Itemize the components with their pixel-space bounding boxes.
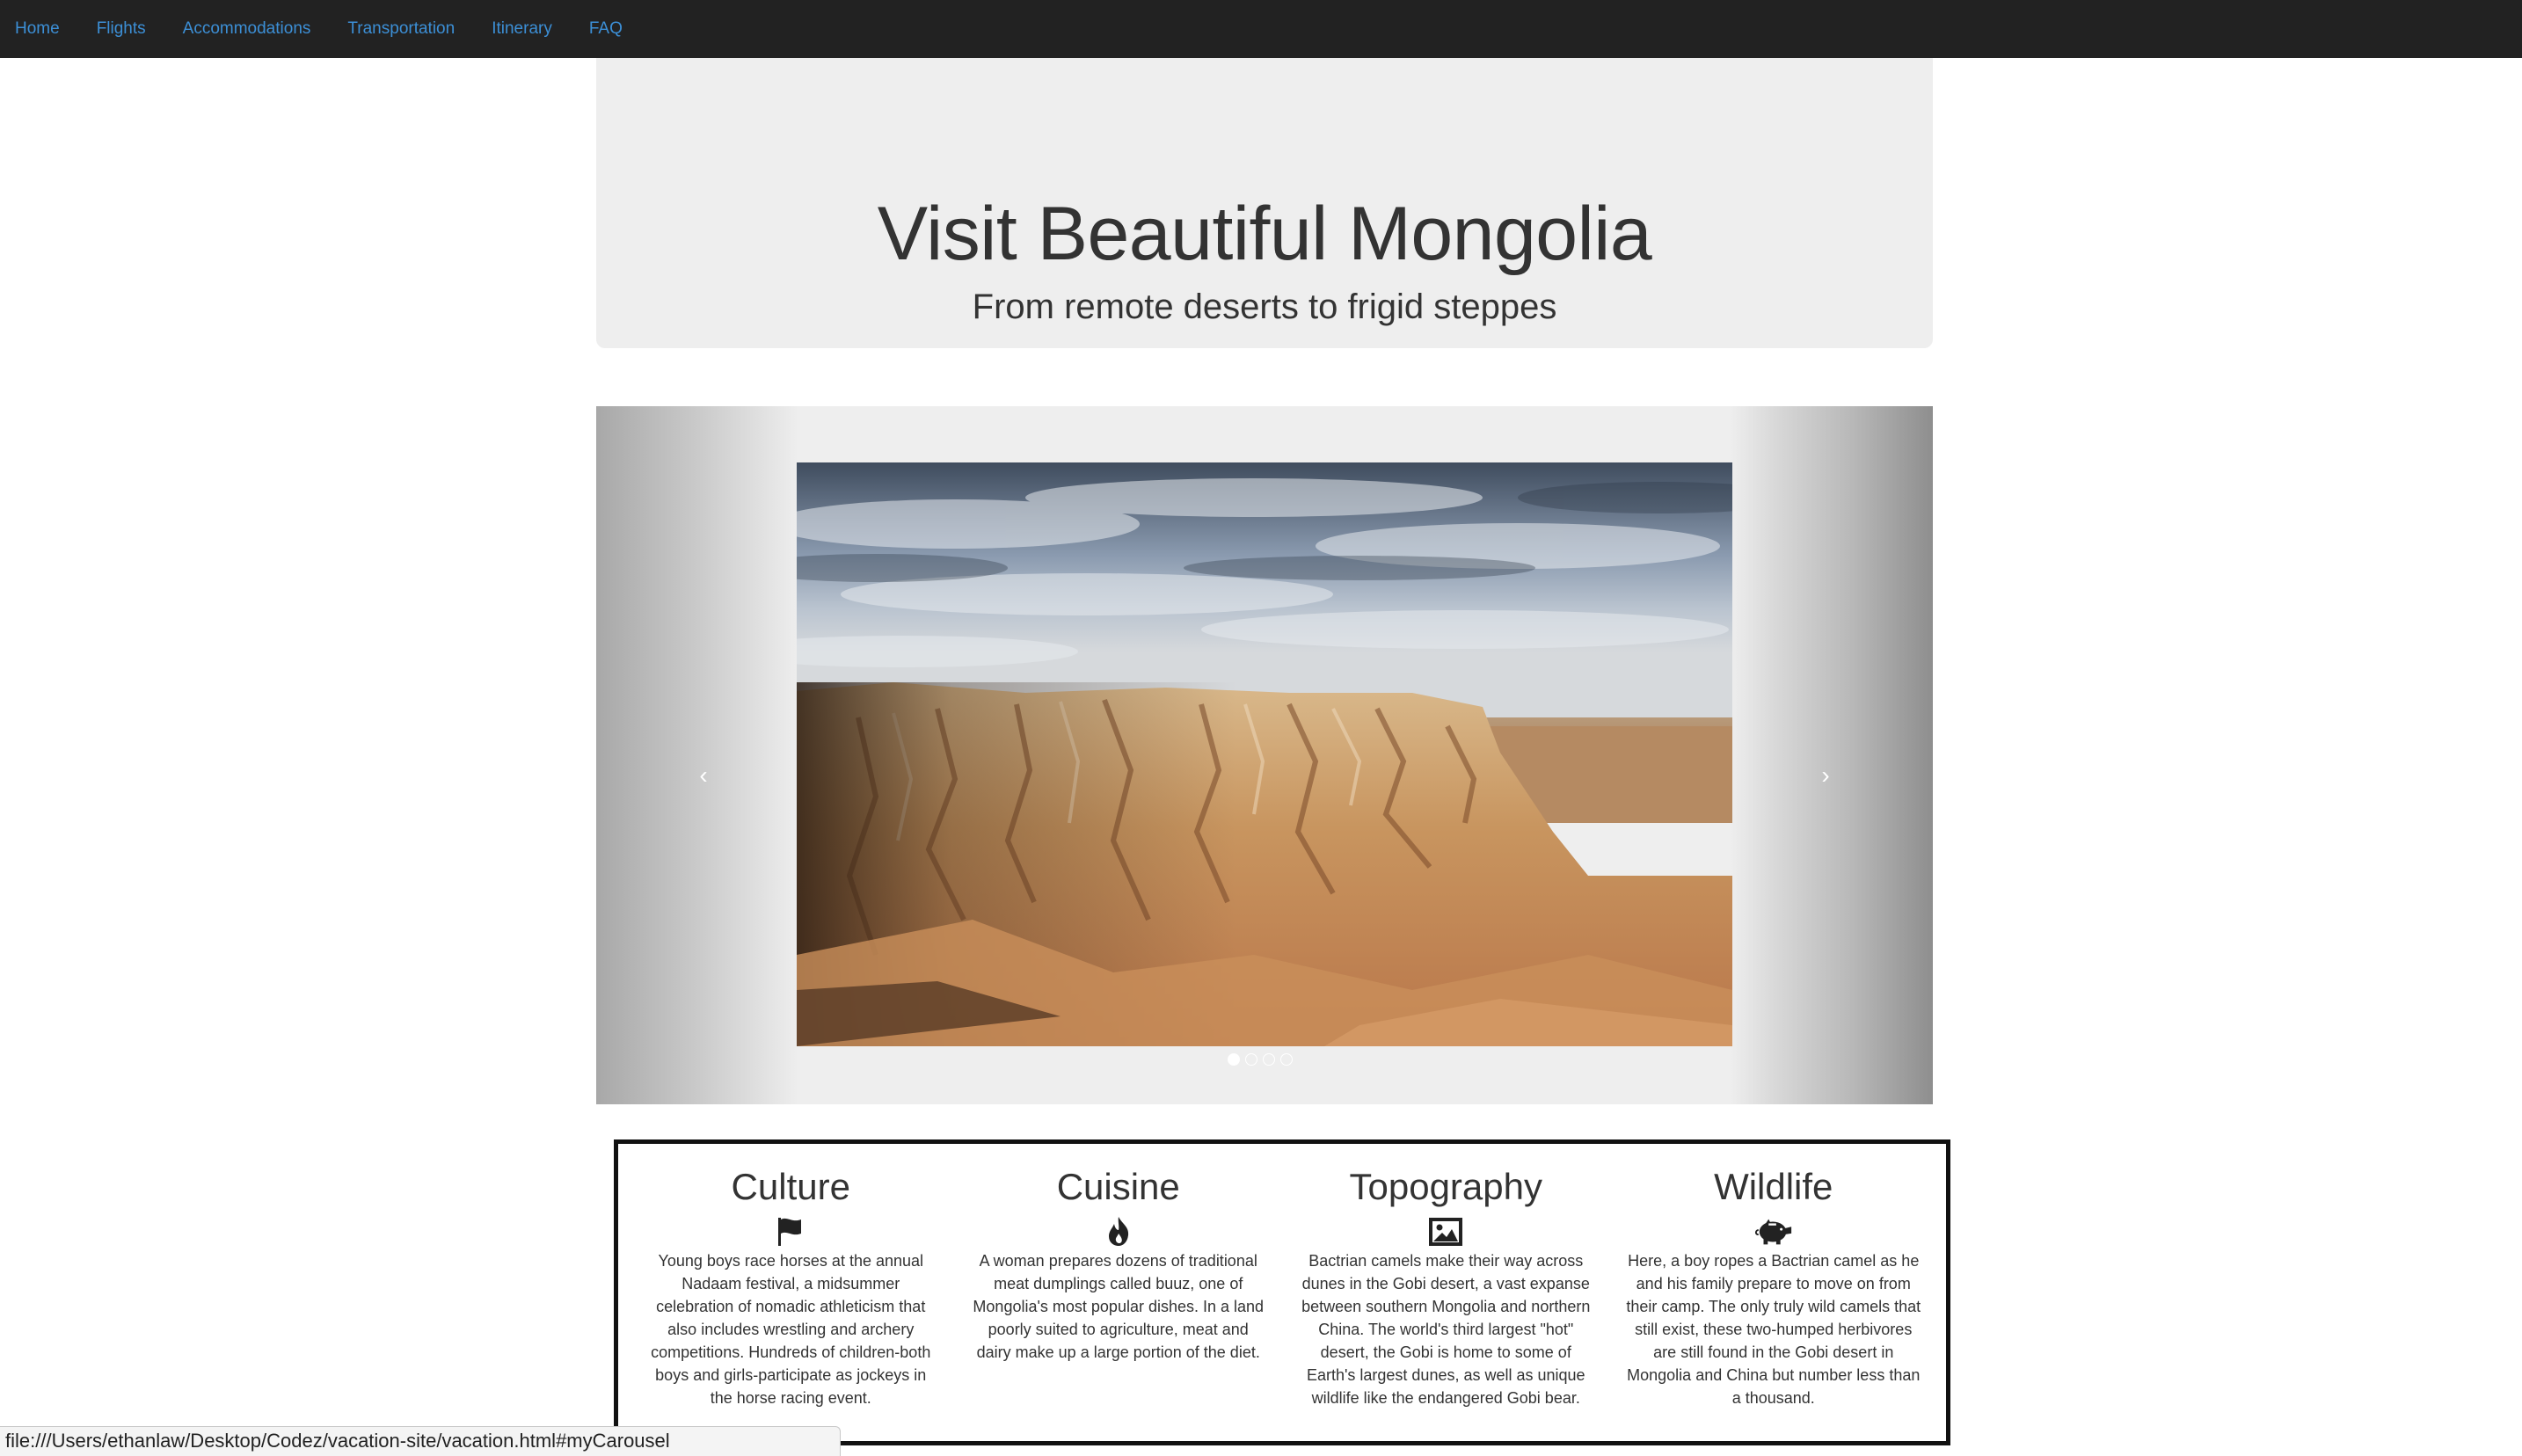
carousel-indicators [1228, 1053, 1293, 1067]
hero-jumbotron: Visit Beautiful Mongolia From remote des… [596, 58, 1933, 348]
nav-link-transportation[interactable]: Transportation [347, 5, 455, 53]
feature-wildlife: Wildlife Here, a boy ropes a Bactrian ca… [1610, 1144, 1938, 1441]
page-title: Visit Beautiful Mongolia [877, 192, 1652, 276]
feature-description: Here, a boy ropes a Bactrian camel as he… [1626, 1252, 1921, 1407]
nav-link-accommodations[interactable]: Accommodations [183, 5, 311, 53]
carousel-indicator-1[interactable] [1228, 1053, 1240, 1066]
gobi-desert-image [797, 462, 1732, 1046]
browser-status-url: file:///Users/ethanlaw/Desktop/Codez/vac… [0, 1426, 841, 1456]
feature-title: Wildlife [1714, 1166, 1833, 1207]
photo-carousel: ‹ › [596, 406, 1933, 1104]
feature-description: Bactrian camels make their way across du… [1301, 1252, 1591, 1407]
picture-icon [1429, 1218, 1463, 1246]
features-panel: Culture Young boys race horses at the an… [614, 1139, 1950, 1445]
feature-description: A woman prepares dozens of traditional m… [973, 1252, 1265, 1361]
fire-icon [1108, 1217, 1128, 1246]
feature-culture: Culture Young boys race horses at the an… [627, 1144, 955, 1441]
top-navbar: Home Flights Accommodations Transportati… [0, 0, 2522, 58]
piggy-bank-icon [1754, 1219, 1791, 1245]
nav-link-home[interactable]: Home [15, 5, 60, 53]
carousel-indicator-4[interactable] [1280, 1053, 1293, 1066]
feature-title: Culture [731, 1166, 850, 1207]
nav-link-faq[interactable]: FAQ [589, 5, 623, 53]
carousel-indicator-2[interactable] [1245, 1053, 1257, 1066]
feature-cuisine: Cuisine A woman prepares dozens of tradi… [955, 1144, 1283, 1441]
nav-link-itinerary[interactable]: Itinerary [492, 5, 552, 53]
feature-topography: Topography Bactrian camels make their wa… [1282, 1144, 1610, 1441]
carousel-indicator-3[interactable] [1263, 1053, 1275, 1066]
page-subtitle: From remote deserts to frigid steppes [972, 288, 1557, 326]
carousel-slide-image [797, 462, 1732, 1046]
carousel-next-icon[interactable]: › [1799, 749, 1852, 802]
flag-icon [778, 1218, 802, 1246]
feature-title: Topography [1349, 1166, 1543, 1207]
nav-link-flights[interactable]: Flights [97, 5, 146, 53]
carousel-prev-icon[interactable]: ‹ [677, 749, 730, 802]
feature-description: Young boys race horses at the annual Nad… [651, 1252, 931, 1407]
feature-title: Cuisine [1056, 1166, 1180, 1207]
